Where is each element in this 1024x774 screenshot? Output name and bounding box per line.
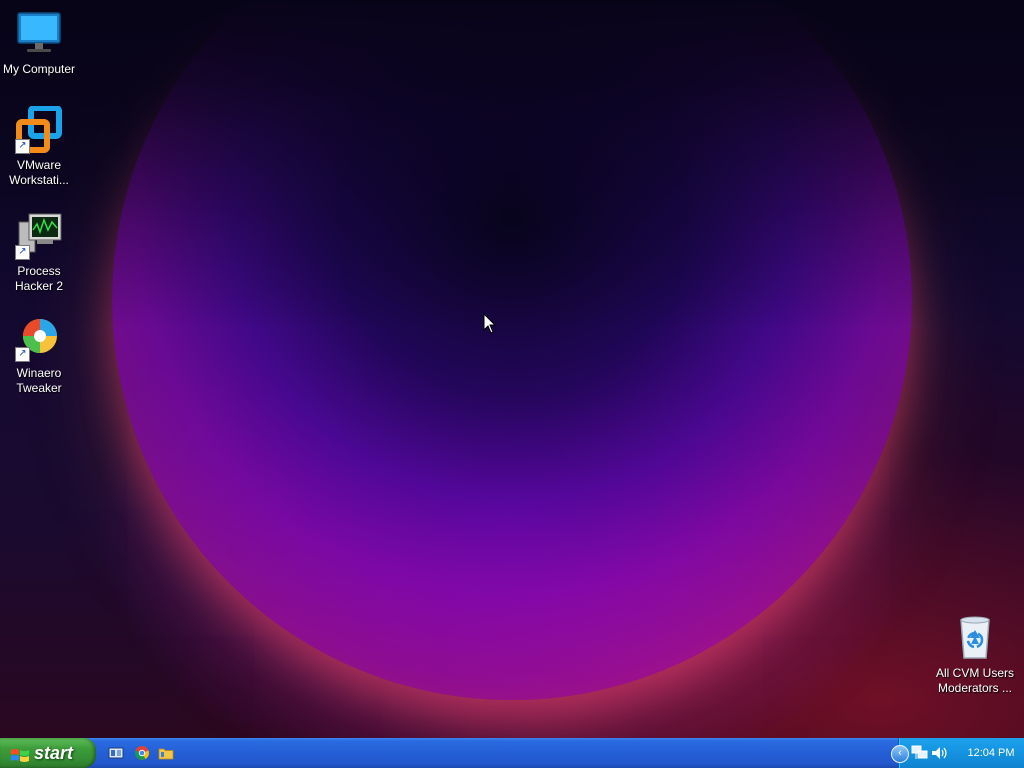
monitor-icon <box>15 10 63 58</box>
shortcut-arrow-icon: ↗ <box>15 139 30 154</box>
desktop-icon-label: All CVM Users Moderators ... <box>935 666 1014 695</box>
start-button[interactable]: start <box>0 738 96 768</box>
desktop-icon-recycle-bin[interactable]: All CVM Users Moderators ... <box>935 614 1015 696</box>
desktop-icon-label: Winaero Tweaker <box>16 366 62 395</box>
volume-icon[interactable] <box>931 745 949 766</box>
vmware-icon: ↗ <box>15 105 63 154</box>
desktop-icon-vmware[interactable]: ↗ VMware Workstati... <box>0 105 78 188</box>
wallpaper-shade <box>0 0 1024 330</box>
process-hacker-icon: ↗ <box>15 212 63 260</box>
taskbar: start ‹ 12:04 PM <box>0 738 1024 768</box>
desktop[interactable]: My Computer ↗ VMware Workstati... ↗ Proc… <box>0 0 1024 738</box>
desktop-icon-winaero-tweaker[interactable]: ↗ Winaero Tweaker <box>0 314 78 396</box>
mouse-cursor-icon <box>483 312 497 340</box>
system-tray: ‹ 12:04 PM <box>891 738 1024 768</box>
shortcut-arrow-icon: ↗ <box>15 245 30 260</box>
desktop-icon-label: My Computer <box>2 62 76 76</box>
recycle-bin-icon <box>951 614 999 662</box>
network-icon[interactable] <box>911 745 929 766</box>
chrome-icon[interactable] <box>134 745 150 761</box>
start-label: start <box>34 743 74 763</box>
show-desktop-icon[interactable] <box>108 745 124 761</box>
folder-icon[interactable] <box>158 745 174 761</box>
tray-clock[interactable]: 12:04 PM <box>961 738 1021 768</box>
desktop-icon-my-computer[interactable]: My Computer <box>0 10 78 77</box>
desktop-icon-process-hacker[interactable]: ↗ Process Hacker 2 <box>0 212 78 294</box>
winaero-icon: ↗ <box>15 314 63 362</box>
shortcut-arrow-icon: ↗ <box>15 347 30 362</box>
tray-expand-button[interactable]: ‹ <box>891 745 909 763</box>
desktop-icon-label: Process Hacker 2 <box>14 264 64 293</box>
windows-flag-icon <box>10 744 30 774</box>
desktop-icon-label: VMware Workstati... <box>9 158 69 187</box>
